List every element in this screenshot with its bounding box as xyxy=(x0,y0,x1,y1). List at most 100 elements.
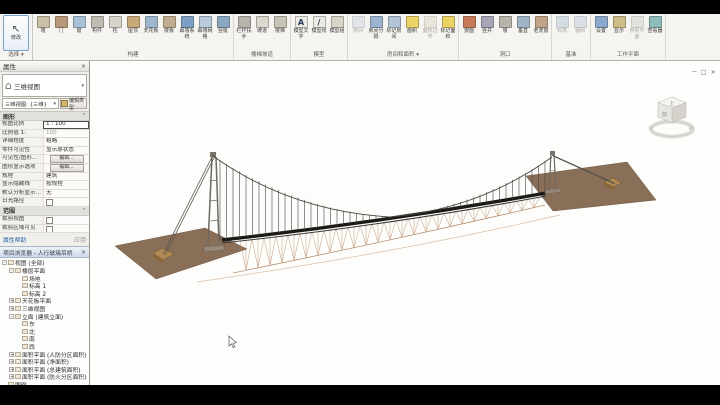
ribbon-button-railing[interactable]: 栏杆扶手 xyxy=(235,14,253,41)
ribbon-panel-label[interactable]: 洞口 xyxy=(460,51,550,60)
ribbon-panel-label[interactable]: 构建 xyxy=(34,51,232,60)
ribbon-button-tag-area[interactable]: 标记面积 xyxy=(439,14,457,41)
ribbon-button-opening-by-face[interactable]: 按面 xyxy=(460,14,478,35)
ribbon-panel-label[interactable]: 模型 xyxy=(292,51,346,60)
apply-button[interactable]: 应用 xyxy=(74,235,86,244)
ribbon-button-curtain-grid[interactable]: 幕墙网格 xyxy=(196,14,214,41)
property-section-header[interactable]: 范围^ xyxy=(0,207,89,216)
ribbon-panel-label[interactable]: 房间和面积 ▾ xyxy=(349,51,457,60)
close-icon[interactable]: × xyxy=(81,249,86,256)
tree-item[interactable]: 南 xyxy=(2,335,89,343)
ribbon-button-model-text[interactable]: A模型文字 xyxy=(292,14,310,41)
expand-icon[interactable]: + xyxy=(9,374,14,379)
ribbon-button-viewer[interactable]: 查看器 xyxy=(646,14,664,35)
tree-item[interactable]: -视图 (全部) xyxy=(2,259,89,267)
close-icon[interactable]: × xyxy=(711,69,716,76)
viewcube[interactable]: 上 前 xyxy=(649,97,693,137)
restore-icon[interactable]: □ xyxy=(700,69,706,76)
ribbon-button-component[interactable]: 构件 xyxy=(88,14,106,35)
ribbon-button-room-separator[interactable]: 房间分隔 xyxy=(367,14,385,41)
property-section-header[interactable]: 图形^ xyxy=(0,112,89,121)
ribbon-group-select: ↖ 修改 选择 ▾ xyxy=(0,14,33,60)
collapse-chevron-icon[interactable]: ^ xyxy=(82,208,86,214)
ribbon-button-wall[interactable]: 墙 xyxy=(34,14,52,35)
edit-type-button[interactable]: 编辑类型 xyxy=(60,98,87,109)
collapse-chevron-icon[interactable]: ^ xyxy=(82,113,86,119)
collapse-icon[interactable]: - xyxy=(9,268,14,273)
ribbon-button-curtain-system[interactable]: 幕墙系统 xyxy=(178,14,196,41)
model-view[interactable]: 上 前 xyxy=(90,61,720,385)
ribbon-button-ramp[interactable]: 坡道 xyxy=(253,14,271,35)
expand-icon[interactable]: + xyxy=(9,367,14,372)
collapse-icon[interactable]: - xyxy=(2,260,7,265)
project-browser-titlebar[interactable]: 项目浏览器 - 人行玻璃吊桥 × xyxy=(0,246,89,258)
tree-item[interactable]: -立面 (建筑立面) xyxy=(2,312,89,320)
tree-item[interactable]: +天花板平面 xyxy=(2,297,89,305)
ribbon-button-window[interactable]: 窗 xyxy=(70,14,88,35)
properties-help-link[interactable]: 属性帮助 xyxy=(3,235,26,244)
ribbon-button-set-workplane[interactable]: 设置 xyxy=(592,14,610,35)
modify-cursor-icon: ↖ xyxy=(12,24,20,35)
edit-button[interactable]: 编辑... xyxy=(50,164,84,172)
collapse-icon[interactable]: - xyxy=(9,314,14,319)
ribbon-button-ceiling[interactable]: 天花板 xyxy=(142,14,160,35)
expand-icon[interactable]: + xyxy=(9,298,14,303)
tree-item[interactable]: 北 xyxy=(2,327,89,335)
ribbon-button-stair[interactable]: 楼梯 xyxy=(271,14,289,35)
compass-tick[interactable] xyxy=(689,126,693,130)
expand-icon[interactable]: + xyxy=(9,359,14,364)
ribbon-button-tag-room[interactable]: 标记房间 xyxy=(385,14,403,41)
ribbon-panel-label[interactable]: 楼梯坡道 xyxy=(235,51,289,60)
tree-item[interactable]: -楼层平面 xyxy=(2,267,89,275)
ribbon-button-column[interactable]: 柱 xyxy=(106,14,124,35)
minimize-icon[interactable]: ─ xyxy=(692,69,696,76)
ribbon-panel-label[interactable]: 基准 xyxy=(553,51,589,60)
close-icon[interactable]: × xyxy=(81,63,86,70)
property-value[interactable]: 无 xyxy=(43,190,89,198)
type-selector[interactable]: ⌂ 三维视图 ▾ xyxy=(2,74,87,97)
modify-button[interactable]: ↖ 修改 xyxy=(3,15,29,51)
property-value[interactable]: 按规程 xyxy=(43,181,89,189)
expand-icon[interactable]: + xyxy=(9,352,14,357)
ribbon-button-door[interactable]: 门 xyxy=(52,14,70,35)
checkbox[interactable] xyxy=(46,217,53,224)
checkbox[interactable] xyxy=(46,199,53,206)
property-value[interactable]: 1 : 100 xyxy=(43,121,89,129)
properties-titlebar[interactable]: 属性 × xyxy=(0,61,89,72)
ribbon-button-vertical-opening[interactable]: 垂直 xyxy=(514,14,532,35)
property-value[interactable]: 编辑... xyxy=(43,155,89,163)
compass-tick[interactable] xyxy=(649,126,653,130)
property-value[interactable]: 粗略 xyxy=(43,138,89,146)
ribbon-panel: 墙门窗构件柱屋顶天花板楼板幕墙系统幕墙网格竖梃构建 xyxy=(33,14,234,60)
ribbon-button-shaft-opening[interactable]: 竖井 xyxy=(478,14,496,35)
instance-selector[interactable]: 三维视图: {三维} ▾ xyxy=(2,98,59,109)
property-value[interactable]: 建筑 xyxy=(43,173,89,181)
ribbon-button-model-group[interactable]: 模型组 xyxy=(328,14,346,35)
property-value[interactable]: 100 xyxy=(43,130,89,138)
ribbon-group-label-select[interactable]: 选择 ▾ xyxy=(1,51,31,60)
ribbon-button-area[interactable]: 面积 xyxy=(403,14,421,35)
expand-icon[interactable]: + xyxy=(9,306,14,311)
tree-item[interactable]: 东 xyxy=(2,320,89,328)
property-value[interactable] xyxy=(43,216,89,224)
right-ground-plane[interactable] xyxy=(526,162,656,211)
ribbon-button-roof[interactable]: 屋顶 xyxy=(124,14,142,35)
ribbon-button-mullion[interactable]: 竖梃 xyxy=(214,14,232,35)
edit-button[interactable]: 编辑... xyxy=(50,155,84,163)
property-value[interactable]: 显示原状态 xyxy=(43,147,89,155)
ribbon-button-floor[interactable]: 楼板 xyxy=(160,14,178,35)
checkbox[interactable] xyxy=(46,226,53,233)
property-value[interactable] xyxy=(43,198,89,206)
drawing-area[interactable]: ─ □ × xyxy=(90,61,720,385)
chevron-down-icon[interactable]: ▾ xyxy=(81,83,84,89)
property-value[interactable] xyxy=(43,225,89,233)
left-ground-plane[interactable] xyxy=(115,228,247,279)
main-cables[interactable] xyxy=(213,156,552,217)
property-value[interactable]: 编辑... xyxy=(43,164,89,172)
ribbon-button-wall-opening[interactable]: 墙 xyxy=(496,14,514,35)
ribbon-panel-label[interactable]: 工作平面 xyxy=(592,51,664,60)
chevron-down-icon[interactable]: ▾ xyxy=(53,101,56,107)
ribbon-button-dormer-opening[interactable]: 老虎窗 xyxy=(532,14,550,35)
ribbon-button-model-line[interactable]: /模型线 xyxy=(310,14,328,35)
ribbon-button-show-workplane[interactable]: 显示 xyxy=(610,14,628,35)
